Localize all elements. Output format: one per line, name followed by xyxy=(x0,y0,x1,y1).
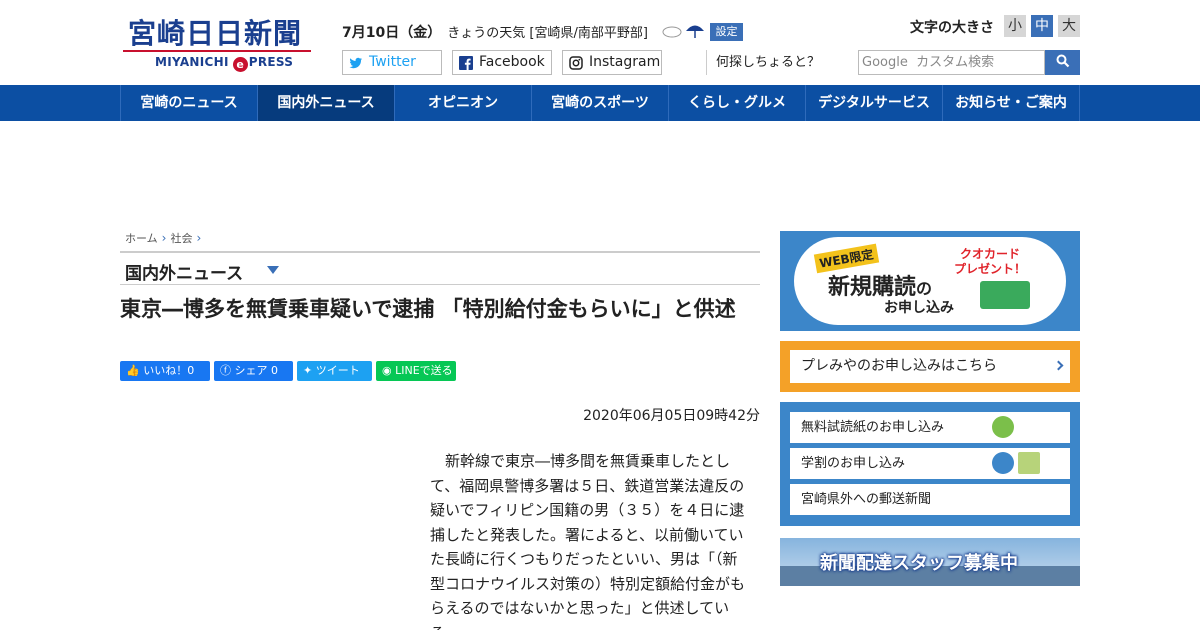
facebook-icon xyxy=(459,56,473,70)
line-share-button[interactable]: ◉ LINEで送る xyxy=(376,361,456,381)
facebook-button[interactable]: Facebook xyxy=(452,50,552,75)
ad-apply-label: お申し込み xyxy=(884,300,954,316)
nav-item-digital-services[interactable]: デジタルサービス xyxy=(805,85,942,121)
mascot-icon xyxy=(992,452,1014,474)
category-bar: 国内外ニュース xyxy=(120,251,760,285)
page: 宮崎日日新聞 MIYANICHI e PRESS 7月10日（金） きょうの天気 [宮… xyxy=(0,0,1200,630)
quo-card-label: クオカード プレゼント！ xyxy=(954,247,1026,277)
main-nav: 宮崎のニュース 国内外ニュース オピニオン 宮崎のスポーツ くらし・グルメ デジ… xyxy=(0,85,1200,121)
ad-main-suffix: の xyxy=(916,279,933,298)
subscription-ad-banner[interactable]: WEB限定 新規購読の お申し込み クオカード プレゼント！ xyxy=(780,231,1080,331)
chevron-right-icon xyxy=(1053,360,1064,371)
published-date: 2020年06月05日09時42分 xyxy=(583,408,760,424)
twitter-label: Twitter xyxy=(369,54,416,70)
line-label: LINEで送る xyxy=(395,364,453,377)
nav-item-domestic-international[interactable]: 国内外ニュース xyxy=(257,85,394,121)
search-input[interactable] xyxy=(858,50,1045,75)
share-label: シェア 0 xyxy=(234,364,279,377)
weather-icons xyxy=(662,25,704,38)
subscription-links: 無料試読紙のお申し込み 学割のお申し込み 宮崎県外への郵送新聞 xyxy=(780,402,1080,526)
twitter-icon: ✦ xyxy=(303,364,313,377)
facebook-label: Facebook xyxy=(479,54,545,70)
quo-line-2: プレゼント！ xyxy=(954,262,1027,276)
weather-settings-button[interactable]: 設定 xyxy=(710,23,743,41)
logo-sub-right: PRESS xyxy=(248,55,294,69)
delivery-staff-banner[interactable]: 新聞配達スタッフ募集中 xyxy=(780,538,1080,586)
logo-sub-left: MIYANICHI xyxy=(155,55,229,69)
link-label: 無料試読紙のお申し込み xyxy=(801,420,945,435)
caret-down-icon[interactable] xyxy=(267,266,279,274)
breadcrumb-society[interactable]: 社会 xyxy=(170,232,192,245)
logo-e-icon: e xyxy=(232,57,248,72)
article-body: 新幹線で東京―博多間を無賃乗車したとして、福岡県警博多署は５日、鉄道営業法違反の… xyxy=(430,452,746,630)
instagram-label: Instagram xyxy=(589,54,661,70)
twitter-button[interactable]: Twitter xyxy=(342,50,442,75)
nav-divider xyxy=(1079,85,1080,121)
site-logo[interactable]: 宮崎日日新聞 MIYANICHI e PRESS xyxy=(123,12,313,74)
umbrella-icon xyxy=(686,25,704,38)
breadcrumb: ホーム › 社会 › xyxy=(125,230,205,246)
category-title[interactable]: 国内外ニュース xyxy=(125,259,243,284)
logo-title: 宮崎日日新聞 xyxy=(128,17,303,50)
facebook-icon: ⓕ xyxy=(220,364,231,377)
nav-item-miyazaki-news[interactable]: 宮崎のニュース xyxy=(120,85,257,121)
mail-delivery-link[interactable]: 宮崎県外への郵送新聞 xyxy=(790,484,1070,515)
font-size-label: 文字の大きさ xyxy=(910,20,994,36)
facebook-share-button[interactable]: ⓕ シェア 0 xyxy=(214,361,293,381)
nav-item-miyazaki-sports[interactable]: 宮崎のスポーツ xyxy=(531,85,668,121)
like-label: いいね！0 xyxy=(143,364,195,377)
premiyaya-link[interactable]: プレみやのお申し込みはこちら xyxy=(790,350,1070,383)
article-headline: 東京―博多を無賃乗車疑いで逮捕 「特別給付金もらいに」と供述 xyxy=(120,297,736,321)
tweet-button[interactable]: ✦ ツイート xyxy=(297,361,372,381)
nav-item-opinion[interactable]: オピニオン xyxy=(394,85,531,121)
chevron-right-icon: › xyxy=(196,231,202,245)
search-prompt: 何探しちょると？ xyxy=(706,50,830,75)
quo-line-1: クオカード xyxy=(960,247,1021,261)
weather-label: きょうの天気 [宮崎県/南部平野部] xyxy=(447,26,648,41)
date-weather: 7月10日（金） きょうの天気 [宮崎県/南部平野部] xyxy=(342,22,648,42)
thumbs-up-icon: 👍 xyxy=(126,364,140,377)
current-date: 7月10日（金） xyxy=(342,25,442,41)
twitter-icon xyxy=(349,57,362,69)
nav-item-life-gourmet[interactable]: くらし・グルメ xyxy=(668,85,805,121)
chevron-right-icon: › xyxy=(161,231,167,245)
site-header: 宮崎日日新聞 MIYANICHI e PRESS 7月10日（金） きょうの天気 [宮… xyxy=(0,0,1200,85)
font-size-large-button[interactable]: 大 xyxy=(1058,15,1080,37)
search-button[interactable] xyxy=(1045,50,1080,75)
cloud-icon xyxy=(662,26,682,38)
line-icon: ◉ xyxy=(382,364,392,377)
search-icon xyxy=(1056,54,1069,68)
link-label: 学割のお申し込み xyxy=(801,456,906,471)
logo-subtitle: MIYANICHI e PRESS xyxy=(155,55,293,72)
tweet-label: ツイート xyxy=(315,364,360,377)
student-discount-link[interactable]: 学割のお申し込み xyxy=(790,448,1070,479)
instagram-button[interactable]: Instagram xyxy=(562,50,662,75)
font-size-medium-button[interactable]: 中 xyxy=(1031,15,1053,37)
breadcrumb-home[interactable]: ホーム xyxy=(125,232,158,245)
mascot-icon xyxy=(992,416,1014,438)
logo-rule xyxy=(123,50,311,52)
facebook-like-button[interactable]: 👍 いいね！0 xyxy=(120,361,210,381)
premiyaya-banner[interactable]: プレみやのお申し込みはこちら xyxy=(780,341,1080,392)
font-size-small-button[interactable]: 小 xyxy=(1004,15,1026,37)
instagram-icon xyxy=(569,56,583,70)
staff-banner-label: 新聞配達スタッフ募集中 xyxy=(820,553,1018,574)
free-trial-link[interactable]: 無料試読紙のお申し込み xyxy=(790,412,1070,443)
link-label: 宮崎県外への郵送新聞 xyxy=(801,492,932,507)
school-icon xyxy=(1018,452,1040,474)
nav-item-notices[interactable]: お知らせ・ご案内 xyxy=(942,85,1079,121)
premiyaya-label: プレみやのお申し込みはこちら xyxy=(801,358,997,374)
quo-card-icon xyxy=(980,281,1030,309)
